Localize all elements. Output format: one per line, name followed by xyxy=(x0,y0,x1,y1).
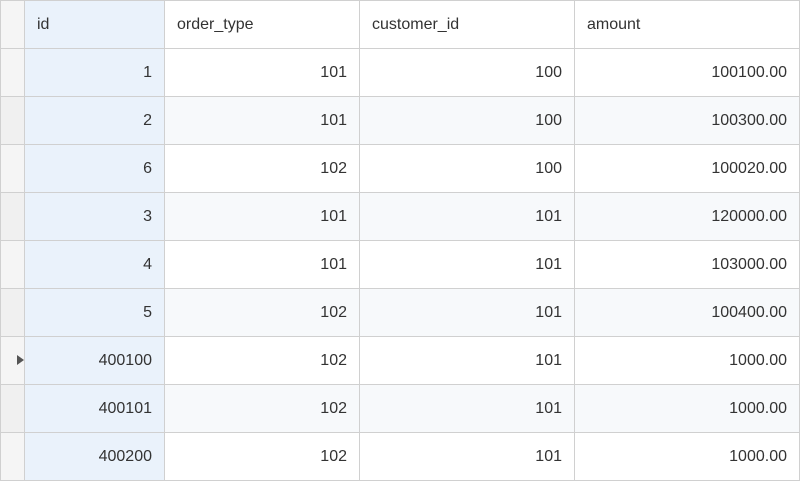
column-header-order-type[interactable]: order_type xyxy=(165,1,360,49)
cell-customer-id[interactable]: 101 xyxy=(360,385,575,433)
cell-amount[interactable]: 1000.00 xyxy=(575,385,800,433)
cell-order-type[interactable]: 102 xyxy=(165,337,360,385)
cell-amount[interactable]: 100100.00 xyxy=(575,49,800,97)
column-header-id[interactable]: id xyxy=(25,1,165,49)
table-row[interactable]: 4001001021011000.00 xyxy=(1,337,800,385)
results-table: id order_type customer_id amount 1101100… xyxy=(0,0,800,481)
column-header-amount[interactable]: amount xyxy=(575,1,800,49)
cell-customer-id[interactable]: 101 xyxy=(360,241,575,289)
cell-amount[interactable]: 120000.00 xyxy=(575,193,800,241)
cell-customer-id[interactable]: 101 xyxy=(360,193,575,241)
cell-id[interactable]: 400200 xyxy=(25,433,165,481)
current-row-indicator-icon xyxy=(17,355,24,365)
cell-order-type[interactable]: 102 xyxy=(165,145,360,193)
cell-id[interactable]: 3 xyxy=(25,193,165,241)
cell-customer-id[interactable]: 101 xyxy=(360,433,575,481)
cell-id[interactable]: 400101 xyxy=(25,385,165,433)
cell-amount[interactable]: 100020.00 xyxy=(575,145,800,193)
cell-amount[interactable]: 100300.00 xyxy=(575,97,800,145)
cell-customer-id[interactable]: 100 xyxy=(360,145,575,193)
cell-id[interactable]: 400100 xyxy=(25,337,165,385)
cell-id[interactable]: 4 xyxy=(25,241,165,289)
cell-customer-id[interactable]: 101 xyxy=(360,337,575,385)
cell-amount[interactable]: 1000.00 xyxy=(575,337,800,385)
cell-order-type[interactable]: 101 xyxy=(165,49,360,97)
cell-amount[interactable]: 103000.00 xyxy=(575,241,800,289)
row-handle[interactable] xyxy=(1,337,25,385)
cell-order-type[interactable]: 102 xyxy=(165,433,360,481)
header-row: id order_type customer_id amount xyxy=(1,1,800,49)
cell-id[interactable]: 5 xyxy=(25,289,165,337)
cell-order-type[interactable]: 101 xyxy=(165,241,360,289)
cell-customer-id[interactable]: 100 xyxy=(360,49,575,97)
table-row[interactable]: 3101101120000.00 xyxy=(1,193,800,241)
row-handle[interactable] xyxy=(1,49,25,97)
cell-order-type[interactable]: 101 xyxy=(165,97,360,145)
cell-id[interactable]: 6 xyxy=(25,145,165,193)
cell-customer-id[interactable]: 100 xyxy=(360,97,575,145)
cell-order-type[interactable]: 102 xyxy=(165,289,360,337)
cell-id[interactable]: 2 xyxy=(25,97,165,145)
row-handle[interactable] xyxy=(1,433,25,481)
cell-customer-id[interactable]: 101 xyxy=(360,289,575,337)
row-handle[interactable] xyxy=(1,241,25,289)
table-row[interactable]: 2101100100300.00 xyxy=(1,97,800,145)
cell-id[interactable]: 1 xyxy=(25,49,165,97)
column-header-customer-id[interactable]: customer_id xyxy=(360,1,575,49)
row-handle[interactable] xyxy=(1,289,25,337)
table-row[interactable]: 4101101103000.00 xyxy=(1,241,800,289)
cell-order-type[interactable]: 102 xyxy=(165,385,360,433)
row-handle[interactable] xyxy=(1,145,25,193)
cell-amount[interactable]: 100400.00 xyxy=(575,289,800,337)
row-handle[interactable] xyxy=(1,385,25,433)
cell-order-type[interactable]: 101 xyxy=(165,193,360,241)
row-handle-header xyxy=(1,1,25,49)
cell-amount[interactable]: 1000.00 xyxy=(575,433,800,481)
table-row[interactable]: 6102100100020.00 xyxy=(1,145,800,193)
row-handle[interactable] xyxy=(1,97,25,145)
table-row[interactable]: 4002001021011000.00 xyxy=(1,433,800,481)
row-handle[interactable] xyxy=(1,193,25,241)
data-grid[interactable]: id order_type customer_id amount 1101100… xyxy=(0,0,800,500)
table-row[interactable]: 1101100100100.00 xyxy=(1,49,800,97)
table-row[interactable]: 5102101100400.00 xyxy=(1,289,800,337)
table-row[interactable]: 4001011021011000.00 xyxy=(1,385,800,433)
